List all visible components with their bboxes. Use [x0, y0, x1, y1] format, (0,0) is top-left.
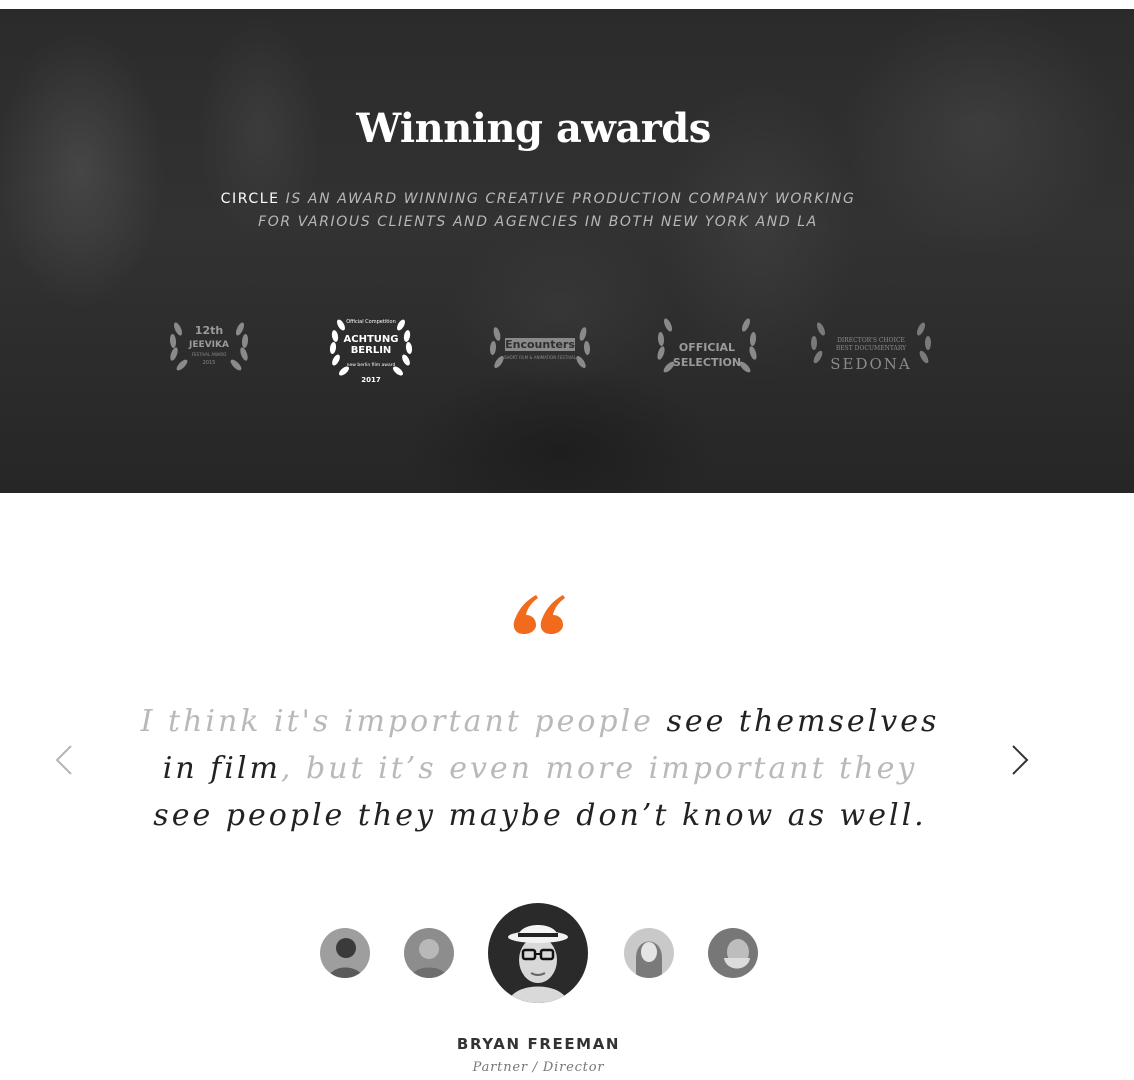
- achtung-berlin-award-icon: Official Competition ACHTUNG BERLIN new …: [326, 311, 416, 386]
- achtung-line2: ACHTUNG: [344, 334, 399, 345]
- avatar-active[interactable]: [488, 903, 588, 1003]
- awards-subtitle: CIRCLE IS AN AWARD WINNING CREATIVE PROD…: [220, 191, 856, 230]
- avatar-thumb-4[interactable]: [708, 928, 758, 978]
- encounters-line2: SHORT FILM & ANIMATION FESTIVAL: [504, 355, 577, 360]
- avatar-thumb-3[interactable]: [624, 928, 674, 978]
- person-role: Partner / Director: [472, 1060, 605, 1075]
- person-name: BRYAN FREEMAN: [456, 1035, 621, 1053]
- quote-strong-2: see people they maybe don’t know as well…: [153, 798, 927, 833]
- encounters-award-icon: Encounters SHORT FILM & ANIMATION FESTIV…: [485, 318, 595, 378]
- jeevika-line1: 12th: [195, 324, 223, 337]
- chevron-right-icon[interactable]: [1005, 740, 1035, 780]
- avatar-thumb-1[interactable]: [320, 928, 370, 978]
- jeevika-line3: FESTIVAL AWARD: [192, 352, 227, 357]
- achtung-line4: new berlin film award: [347, 362, 396, 368]
- achtung-line3: BERLIN: [351, 345, 392, 356]
- official-line1: OFFICIAL: [679, 341, 735, 354]
- testimonial-quote: I think it's important people see themse…: [140, 698, 940, 839]
- avatar-thumb-2[interactable]: [404, 928, 454, 978]
- official-line2: SELECTION: [673, 356, 741, 369]
- sedona-award-icon: DIRECTOR'S CHOICE BEST DOCUMENTARY SEDON…: [806, 315, 936, 379]
- encounters-line1: Encounters: [505, 338, 575, 351]
- chevron-left-icon[interactable]: [50, 740, 80, 780]
- quote-mark-icon: [510, 588, 570, 638]
- awards-title: Winning awards: [356, 105, 711, 152]
- jeevika-award-icon: 12th JEEVIKA FESTIVAL AWARD 2015: [164, 309, 254, 381]
- achtung-line1: Official Competition: [346, 319, 396, 325]
- top-strip: [0, 0, 1134, 9]
- quote-muted-1: I think it's important people: [140, 704, 667, 739]
- sedona-line3: SEDONA: [830, 355, 912, 373]
- jeevika-line4: 2015: [203, 360, 216, 366]
- sedona-line1: DIRECTOR'S CHOICE: [837, 337, 905, 344]
- brand-name: CIRCLE: [220, 191, 280, 207]
- achtung-line5: 2017: [361, 376, 381, 384]
- sedona-line2: BEST DOCUMENTARY: [836, 345, 907, 352]
- official-selection-award-icon: OFFICIAL SELECTION: [652, 311, 762, 383]
- quote-muted-2: , but it’s even more important they: [280, 751, 918, 786]
- jeevika-line2: JEEVIKA: [188, 340, 229, 350]
- awards-section: Winning awards CIRCLE IS AN AWARD WINNIN…: [0, 9, 1134, 493]
